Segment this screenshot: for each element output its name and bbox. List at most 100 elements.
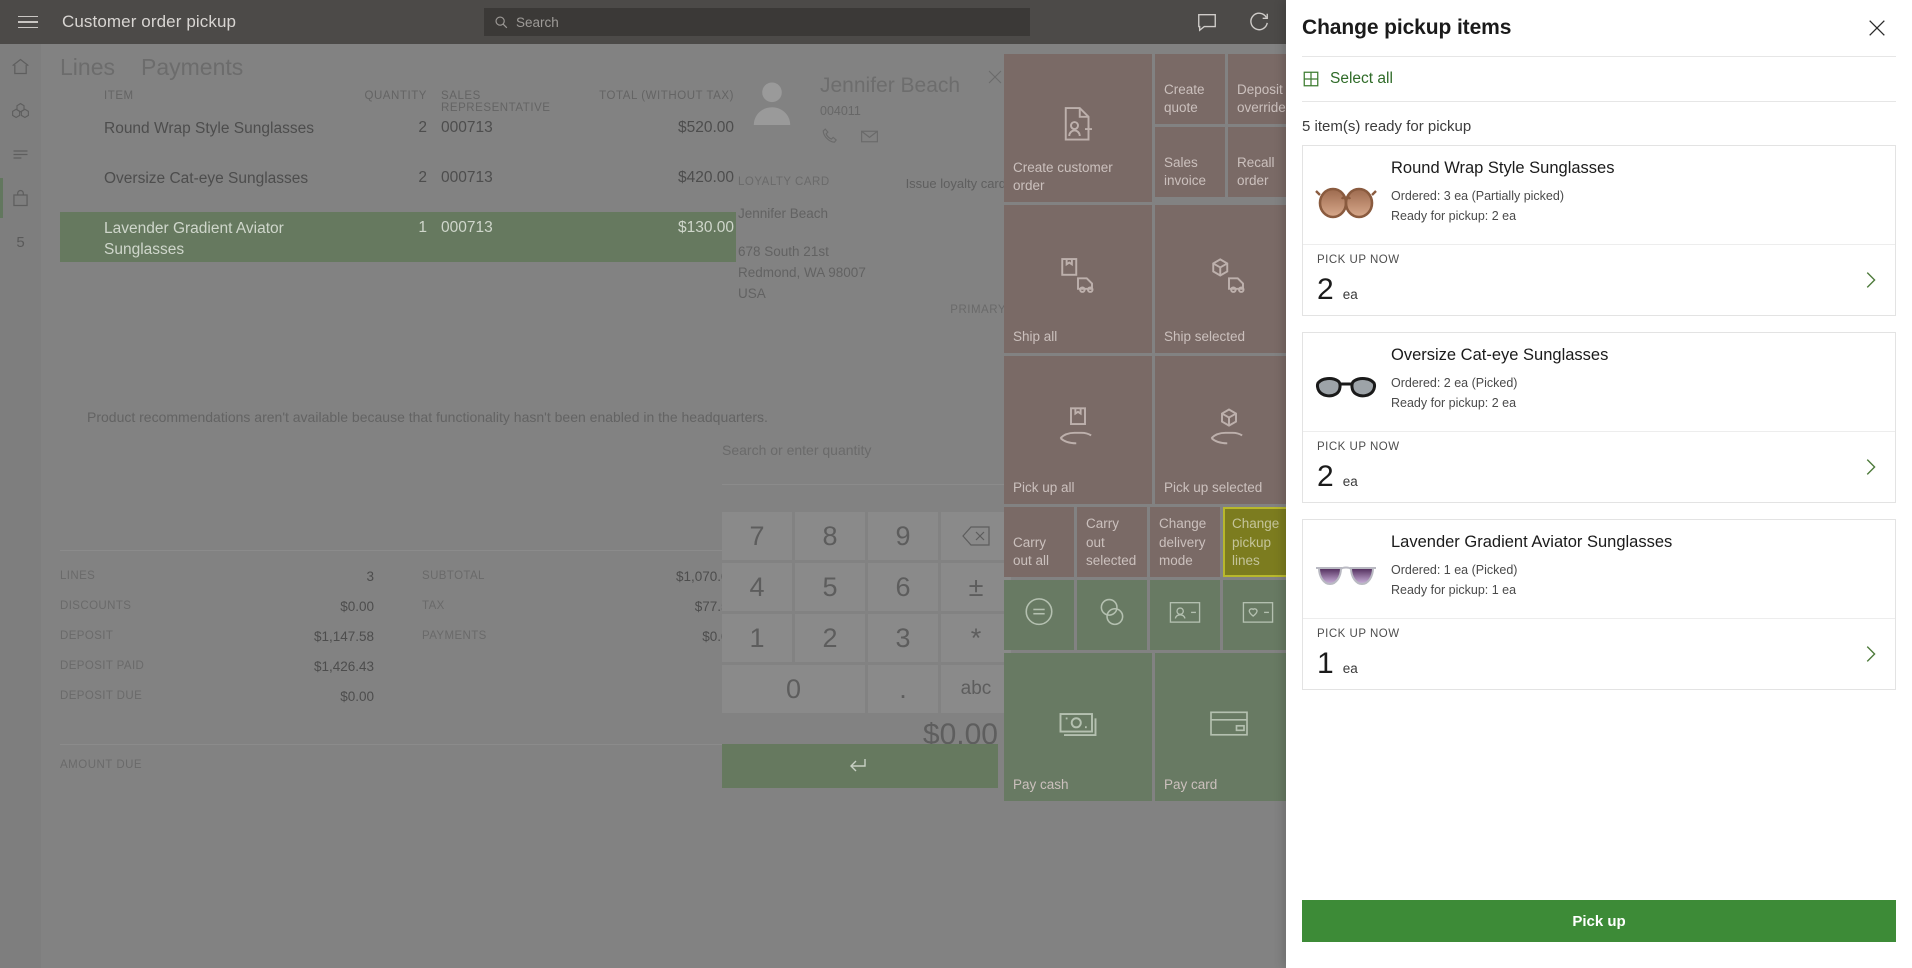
search-icon: [494, 15, 508, 29]
pick-up-now-row[interactable]: PICK UP NOW 2 ea: [1303, 431, 1895, 502]
total-discounts: DISCOUNTS $0.00: [60, 591, 398, 621]
tab-payments[interactable]: Payments: [141, 54, 243, 81]
pick-up-now-row[interactable]: PICK UP NOW 1 ea: [1303, 618, 1895, 689]
tile-pay-cash[interactable]: Pay cash: [1004, 653, 1152, 801]
list-item[interactable]: Lavender Gradient Aviator Sunglasses Ord…: [1302, 519, 1896, 690]
product-thumbnail: [1313, 546, 1379, 606]
tile-change-pickup-lines[interactable]: Change pickup lines: [1223, 507, 1293, 577]
mail-icon[interactable]: [859, 126, 880, 147]
pick-up-now-row[interactable]: PICK UP NOW 2 ea: [1303, 244, 1895, 315]
tile-label: Carry out all: [1013, 534, 1065, 570]
total-lines-label: LINES: [60, 570, 95, 582]
tile-pick-up-all[interactable]: Pick up all: [1004, 356, 1152, 504]
close-icon[interactable]: [986, 68, 1004, 86]
tile-create-customer-order[interactable]: Create customer order: [1004, 54, 1152, 202]
tile-pick-up-selected[interactable]: Pick up selected: [1155, 356, 1303, 504]
menu-icon[interactable]: [6, 0, 50, 44]
enter-button[interactable]: [722, 744, 998, 788]
cash-icon: [1057, 702, 1099, 744]
black-cateye-sunglasses-icon: [1315, 373, 1377, 405]
ready-for-pickup-count: 5 item(s) ready for pickup: [1286, 102, 1912, 145]
tile-sales-invoice[interactable]: Sales invoice: [1155, 127, 1225, 197]
key-7[interactable]: 7: [722, 512, 792, 560]
tile-label: Recall order: [1237, 154, 1289, 190]
page-title: Customer order pickup: [62, 12, 236, 32]
list-item[interactable]: Oversize Cat-eye Sunglasses Ordered: 2 e…: [1302, 332, 1896, 503]
cart-count: 5: [0, 220, 41, 264]
cell-quantity: 2: [332, 169, 427, 187]
key-0[interactable]: 0: [722, 665, 865, 713]
key-8[interactable]: 8: [795, 512, 865, 560]
tile-currency[interactable]: [1077, 580, 1147, 650]
sidebar-item-list[interactable]: [0, 132, 41, 176]
close-icon[interactable]: [1866, 17, 1888, 39]
chevron-right-icon[interactable]: [1859, 456, 1881, 478]
key-2[interactable]: 2: [795, 614, 865, 662]
tile-carry-out-all[interactable]: Carry out all: [1004, 507, 1074, 577]
card-icon: [1208, 702, 1250, 744]
pick-up-unit: ea: [1343, 287, 1358, 302]
customer-address: 678 South 21st Redmond, WA 98007 USA: [738, 242, 866, 305]
chevron-right-icon[interactable]: [1859, 643, 1881, 665]
customer-name: Jennifer Beach: [820, 74, 960, 98]
tile-ship-selected[interactable]: Ship selected: [1155, 205, 1303, 353]
tile-carry-out-selected[interactable]: Carry out selected: [1077, 507, 1147, 577]
pick-up-unit: ea: [1343, 474, 1358, 489]
key-backspace[interactable]: [941, 512, 1011, 560]
key-4[interactable]: 4: [722, 563, 792, 611]
search-input[interactable]: Search: [484, 8, 1030, 36]
quantity-search-input[interactable]: Search or enter quantity: [722, 442, 1008, 458]
issue-loyalty-card-button[interactable]: Issue loyalty card: [906, 176, 1006, 191]
table-row[interactable]: Oversize Cat-eye Sunglasses 2 000713 $42…: [60, 162, 736, 212]
refresh-icon[interactable]: [1248, 11, 1270, 33]
loyalty-card-label: LOYALTY CARD: [738, 176, 830, 188]
phone-icon[interactable]: [820, 126, 841, 147]
tile-loyalty-card[interactable]: [1223, 580, 1293, 650]
cell-item: Round Wrap Style Sunglasses: [60, 119, 332, 140]
pick-up-unit: ea: [1343, 661, 1358, 676]
tile-ship-all[interactable]: Ship all: [1004, 205, 1152, 353]
tile-label: Carry out selected: [1086, 515, 1138, 570]
select-all-button[interactable]: Select all: [1286, 57, 1912, 101]
tile-gift-card[interactable]: [1150, 580, 1220, 650]
cell-item: Lavender Gradient Aviator Sunglasses: [60, 219, 332, 261]
key-9[interactable]: 9: [868, 512, 938, 560]
cell-total: $420.00: [577, 169, 736, 187]
key-decimal[interactable]: .: [868, 665, 938, 713]
recommendation-message: Product recommendations aren't available…: [87, 409, 768, 425]
sidebar-item-cart[interactable]: [0, 176, 41, 220]
key-3[interactable]: 3: [868, 614, 938, 662]
key-plus-minus[interactable]: ±: [941, 563, 1011, 611]
tab-lines[interactable]: Lines: [60, 54, 115, 81]
sidebar-item-products[interactable]: [0, 88, 41, 132]
item-summary: Oversize Cat-eye Sunglasses Ordered: 2 e…: [1303, 333, 1895, 431]
cell-quantity: 1: [332, 219, 427, 237]
table-row[interactable]: Round Wrap Style Sunglasses 2 000713 $52…: [60, 112, 736, 162]
total-tax-label: TAX: [422, 600, 445, 612]
tile-price-check[interactable]: [1004, 580, 1074, 650]
pickup-items-list: Round Wrap Style Sunglasses Ordered: 3 e…: [1286, 145, 1912, 894]
pick-up-quantity: 2: [1317, 275, 1334, 305]
cell-total: $520.00: [577, 119, 736, 137]
pick-up-quantity: 1: [1317, 649, 1334, 679]
key-asterisk[interactable]: *: [941, 614, 1011, 662]
pick-up-button[interactable]: Pick up: [1302, 900, 1896, 942]
key-1[interactable]: 1: [722, 614, 792, 662]
item-info: Lavender Gradient Aviator Sunglasses Ord…: [1391, 532, 1881, 600]
panel-title: Change pickup items: [1302, 16, 1866, 40]
sidebar-item-home[interactable]: [0, 44, 41, 88]
list-item[interactable]: Round Wrap Style Sunglasses Ordered: 3 e…: [1302, 145, 1896, 316]
tile-change-delivery-mode[interactable]: Change delivery mode: [1150, 507, 1220, 577]
feedback-icon[interactable]: [1196, 11, 1218, 33]
key-6[interactable]: 6: [868, 563, 938, 611]
chevron-right-icon[interactable]: [1859, 269, 1881, 291]
total-deposit-label: DEPOSIT: [60, 630, 113, 642]
key-5[interactable]: 5: [795, 563, 865, 611]
tab-bar: Lines Payments: [60, 54, 243, 81]
item-title: Round Wrap Style Sunglasses: [1391, 158, 1881, 180]
key-abc[interactable]: abc: [941, 665, 1011, 713]
table-row[interactable]: Lavender Gradient Aviator Sunglasses 1 0…: [60, 212, 736, 262]
tile-create-quote[interactable]: Create quote: [1155, 54, 1225, 124]
tile-pay-card[interactable]: Pay card: [1155, 653, 1303, 801]
total-deposit-value: $1,147.58: [314, 629, 374, 644]
